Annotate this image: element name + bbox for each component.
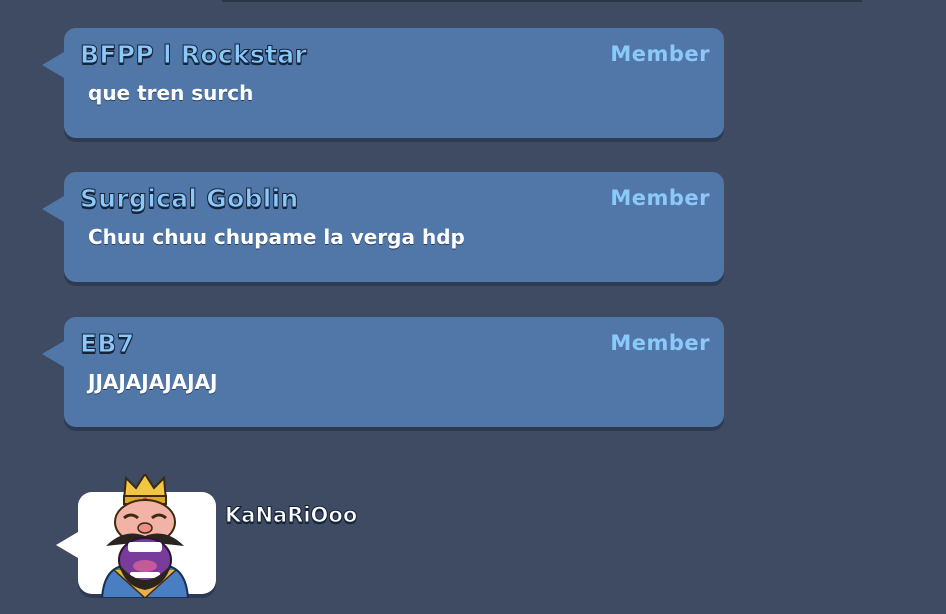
member-role-badge: Member — [610, 331, 710, 355]
king-laughing-emote-icon — [100, 474, 190, 598]
message-sender[interactable]: Surgical Goblin — [80, 184, 299, 214]
chat-message: Surgical Goblin Member Chuu chuu chupame… — [42, 172, 724, 282]
top-divider — [222, 0, 862, 2]
emote-sender[interactable]: KaNaRiOoo — [224, 503, 357, 528]
message-sender[interactable]: EB7 — [79, 329, 134, 359]
message-text: JJAJAJAJAJAJ — [88, 370, 218, 394]
message-text: que tren surch — [88, 81, 254, 105]
member-role-badge: Member — [610, 42, 710, 66]
message-text: Chuu chuu chupame la verga hdp — [88, 225, 465, 249]
member-role-badge: Member — [610, 186, 710, 210]
message-sender[interactable]: BFPP l Rockstar — [79, 40, 307, 70]
chat-message: BFPP l Rockstar Member que tren surch — [42, 28, 724, 138]
chat-message: EB7 Member JJAJAJAJAJAJ — [42, 317, 724, 427]
